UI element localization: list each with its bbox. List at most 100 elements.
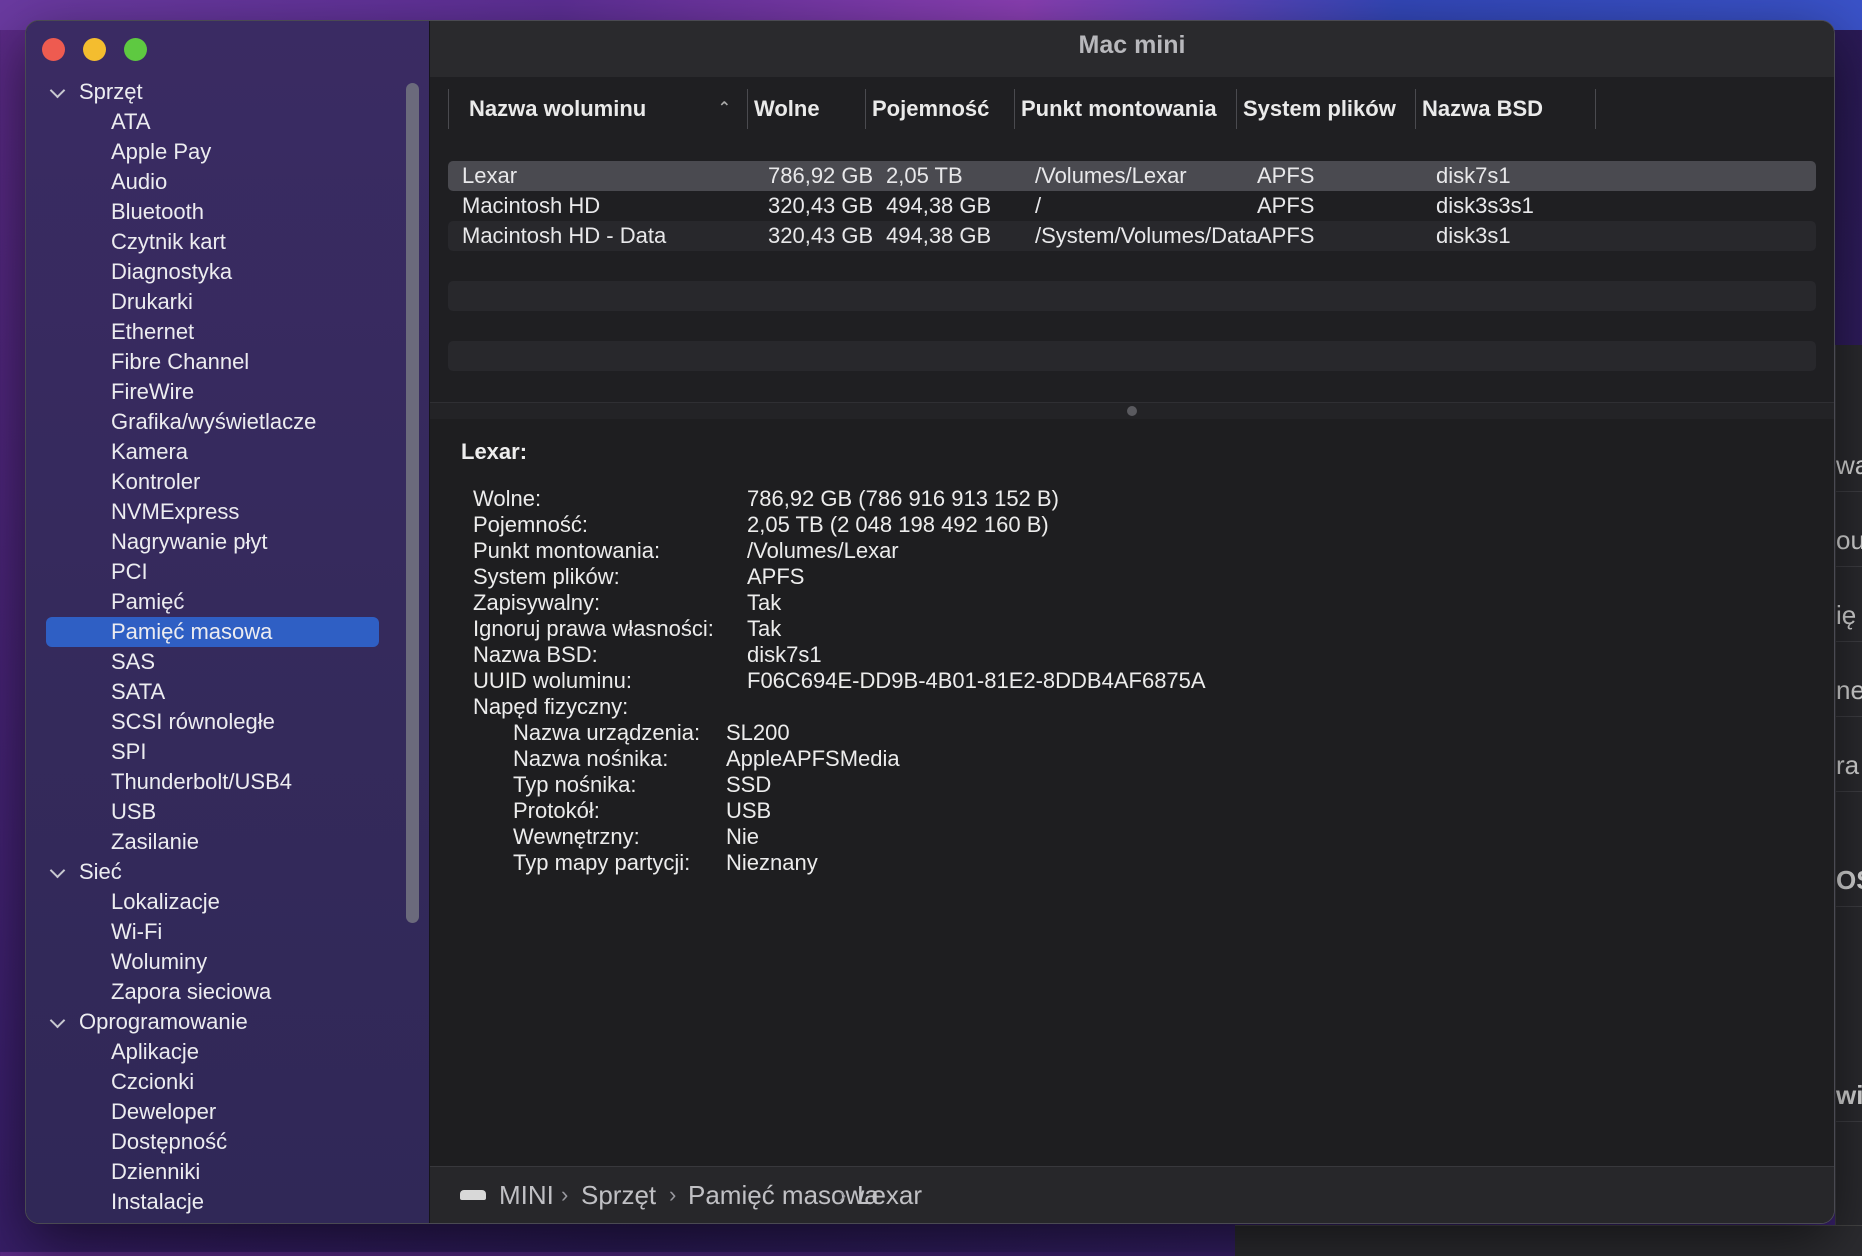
table-cell: 494,38 GB xyxy=(886,223,992,248)
detail-label: Typ nośnika: xyxy=(513,772,637,797)
sidebar-item[interactable]: ATA xyxy=(26,107,406,137)
column-header-label: System plików xyxy=(1243,96,1396,121)
table-cell: /Volumes/Lexar xyxy=(1035,163,1187,188)
sidebar-item[interactable]: Czytnik kart xyxy=(26,227,406,257)
sidebar-item[interactable]: Diagnostyka xyxy=(26,257,406,287)
table-cell: disk7s1 xyxy=(1436,163,1511,188)
sidebar-category[interactable]: Sieć xyxy=(26,857,406,887)
detail-value: Tak xyxy=(747,590,782,615)
breadcrumb-item[interactable]: MINI xyxy=(499,1167,554,1223)
sidebar-category-label: Sprzęt xyxy=(79,79,143,104)
sidebar-item[interactable]: NVMExpress xyxy=(26,497,406,527)
sidebar-item[interactable]: Lokalizacje xyxy=(26,887,406,917)
detail-value: /Volumes/Lexar xyxy=(747,538,899,563)
detail-label: Typ mapy partycji: xyxy=(513,850,691,875)
sidebar-item[interactable]: Wi-Fi xyxy=(26,917,406,947)
volumes-table: Nazwa woluminu ⌃ Wolne Pojemność Punkt monto… xyxy=(430,77,1834,402)
table-row[interactable]: Macintosh HD 320,43 GB 494,38 GB / APFS disk3… xyxy=(448,191,1816,221)
sidebar-item[interactable]: Kontroler xyxy=(26,467,406,497)
detail-label: Wewnętrzny: xyxy=(513,824,640,849)
table-row[interactable]: Macintosh HD - Data 320,43 GB 494,38 GB/Sy… xyxy=(448,221,1816,251)
close-button[interactable] xyxy=(42,38,65,61)
sort-ascending-icon[interactable]: ⌃ xyxy=(718,89,731,129)
sidebar-item[interactable]: SCSI równoległe xyxy=(26,707,406,737)
sidebar-item[interactable]: FireWire xyxy=(26,377,406,407)
sidebar-item[interactable]: PCI xyxy=(26,557,406,587)
sidebar-category[interactable]: Sprzęt xyxy=(26,77,406,107)
column-header[interactable]: Nazwa woluminu ⌃ xyxy=(448,89,747,129)
column-header[interactable]: System plików xyxy=(1236,89,1415,129)
sidebar-category-label: Oprogramowanie xyxy=(79,1009,248,1034)
sidebar-item[interactable]: Ethernet xyxy=(26,317,406,347)
breadcrumb-item[interactable]: Pamięć masowa xyxy=(688,1167,879,1223)
column-header[interactable]: Wolne xyxy=(747,89,865,129)
detail-value: Nie xyxy=(726,824,760,849)
background-text: ra xyxy=(1836,750,1862,792)
detail-value: F06C694E-DD9B-4B01-81E2-8DDB4AF6875A xyxy=(747,668,1206,693)
sidebar-item[interactable]: SAS xyxy=(26,647,406,677)
table-cell: Macintosh HD xyxy=(462,193,601,218)
detail-label: System plików: xyxy=(473,564,620,589)
column-header[interactable]: Pojemność xyxy=(865,89,1014,129)
empty-table-row xyxy=(448,371,1816,401)
table-row[interactable]: Lexar 786,92 GB 2,05 TB/Volumes/Lexar APFS d… xyxy=(448,161,1816,191)
breadcrumb-item[interactable]: Lexar xyxy=(857,1167,922,1223)
minimize-button[interactable] xyxy=(83,38,106,61)
sidebar-item[interactable]: Drukarki xyxy=(26,287,406,317)
sidebar-item[interactable]: USB xyxy=(26,797,406,827)
column-header-label: Pojemność xyxy=(872,96,990,121)
zoom-button[interactable] xyxy=(124,38,147,61)
sidebar-item[interactable]: Woluminy xyxy=(26,947,406,977)
sidebar-item[interactable]: Dzienniki xyxy=(26,1157,406,1187)
column-header[interactable]: Punkt montowania xyxy=(1014,89,1236,129)
sidebar-item[interactable]: Bluetooth xyxy=(26,197,406,227)
sidebar-item[interactable]: SPI xyxy=(26,737,406,767)
sidebar-item[interactable]: Apple Pay xyxy=(26,137,406,167)
column-header-label: Nazwa BSD xyxy=(1422,96,1544,121)
background-window-bottom xyxy=(1235,1225,1862,1256)
sidebar-item[interactable]: Pamięć masowa xyxy=(46,617,379,647)
sidebar-tree: Sprzęt ATA Apple Pay Audio Bluetooth Czytnik … xyxy=(26,77,406,1217)
sidebar-item[interactable]: Dostępność xyxy=(26,1127,406,1157)
detail-label: Nazwa urządzenia: xyxy=(513,720,701,745)
background-text: ię xyxy=(1836,600,1862,642)
window-title: Mac mini xyxy=(430,21,1834,78)
detail-label: UUID woluminu: xyxy=(473,668,632,693)
sidebar-item[interactable]: Audio xyxy=(26,167,406,197)
empty-table-row xyxy=(448,311,1816,341)
disk-icon xyxy=(460,1190,486,1200)
sidebar-item[interactable]: Zapora sieciowa xyxy=(26,977,406,1007)
sidebar-item[interactable]: Fibre Channel xyxy=(26,347,406,377)
sidebar-item[interactable]: SATA xyxy=(26,677,406,707)
background-text: wa xyxy=(1836,450,1862,492)
sidebar-scrollbar[interactable] xyxy=(406,83,419,923)
table-cell: APFS xyxy=(1257,163,1315,188)
sidebar-item[interactable]: Thunderbolt/USB4 xyxy=(26,767,406,797)
chevron-down-icon[interactable] xyxy=(49,857,67,887)
sidebar-item[interactable]: Instalacje xyxy=(26,1187,406,1217)
breadcrumb-item[interactable]: Sprzęt xyxy=(581,1167,656,1223)
detail-label: Napęd fizyczny: xyxy=(473,694,629,719)
column-header-label: Punkt montowania xyxy=(1021,96,1217,121)
sidebar-item[interactable]: Nagrywanie płyt xyxy=(26,527,406,557)
sidebar-item[interactable]: Zasilanie xyxy=(26,827,406,857)
sidebar-item[interactable]: Czcionki xyxy=(26,1067,406,1097)
sidebar-item[interactable]: Kamera xyxy=(26,437,406,467)
column-header[interactable]: Nazwa BSD xyxy=(1415,89,1595,129)
table-body: Lexar 786,92 GB 2,05 TB/Volumes/Lexar APFS d… xyxy=(448,161,1816,401)
table-cell: / xyxy=(1035,193,1042,218)
split-divider[interactable] xyxy=(430,402,1834,420)
column-header-label: Nazwa woluminu xyxy=(469,96,647,121)
sidebar-item[interactable]: Pamięć xyxy=(26,587,406,617)
table-cell: 320,43 GB xyxy=(768,223,874,248)
sidebar-item[interactable]: Deweloper xyxy=(26,1097,406,1127)
sidebar-item[interactable]: Grafika/wyświetlacze xyxy=(26,407,406,437)
sidebar-item[interactable]: Aplikacje xyxy=(26,1037,406,1067)
chevron-down-icon[interactable] xyxy=(49,77,67,107)
detail-value: 786,92 GB (786 916 913 152 B) xyxy=(747,486,1059,511)
chevron-down-icon[interactable] xyxy=(49,1007,67,1037)
table-cell: 320,43 GB xyxy=(768,193,874,218)
sidebar-category[interactable]: Oprogramowanie xyxy=(26,1007,406,1037)
background-text: ne xyxy=(1836,675,1862,717)
sidebar: Sprzęt ATA Apple Pay Audio Bluetooth Czytnik … xyxy=(26,21,430,1223)
